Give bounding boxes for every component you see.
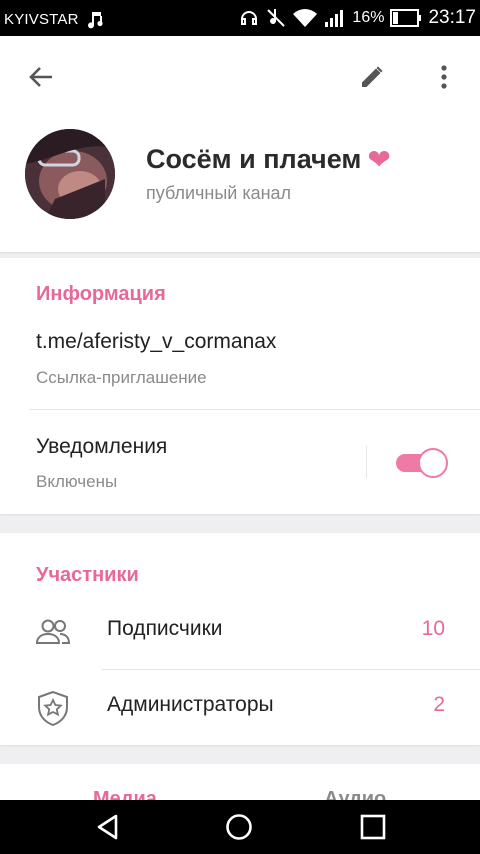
clock: 23:17 <box>428 7 476 28</box>
muted-icon <box>266 7 286 29</box>
vertical-divider <box>366 446 367 478</box>
subscribers-label: Подписчики <box>107 617 223 640</box>
battery-percent: 16% <box>352 9 385 26</box>
channel-title-text: Сосём и плачем <box>146 144 362 174</box>
info-section-title: Информация <box>36 283 166 305</box>
subscribers-count: 10 <box>421 617 445 640</box>
wifi-icon <box>292 8 318 28</box>
shield-star-icon <box>34 689 72 727</box>
triangle-back-icon <box>97 814 118 840</box>
more-vertical-icon <box>441 65 447 89</box>
channel-header: Сосём и плачем ❤ публичный канал <box>0 36 480 252</box>
members-section-title: Участники <box>36 564 139 586</box>
channel-title: Сосём и плачем ❤ <box>146 144 391 175</box>
signal-icon <box>324 8 346 28</box>
notifications-status: Включены <box>36 472 118 491</box>
people-icon <box>34 613 72 651</box>
circle-home-icon <box>226 814 252 840</box>
toggle-knob <box>418 448 448 478</box>
nav-recent-apps-button[interactable] <box>351 806 395 848</box>
info-section: Информация t.me/aferisty_v_cormanax Ссыл… <box>0 258 480 514</box>
edit-button[interactable] <box>348 53 396 101</box>
carrier-name: KYIVSTAR <box>4 10 79 28</box>
subscribers-row[interactable]: Подписчики 10 <box>0 601 480 661</box>
battery-icon <box>390 9 422 27</box>
nav-home-button[interactable] <box>217 806 261 848</box>
channel-avatar[interactable] <box>25 129 115 219</box>
divider <box>30 409 480 410</box>
divider <box>102 669 480 670</box>
administrators-row[interactable]: Администраторы 2 <box>0 677 480 737</box>
invite-link-caption: Ссылка-приглашение <box>36 368 207 387</box>
notifications-toggle[interactable] <box>396 448 450 478</box>
members-section: Участники Подписчики 10 Администраторы 2 <box>0 533 480 745</box>
square-recent-icon <box>360 814 386 840</box>
invite-link[interactable]: t.me/aferisty_v_cormanax <box>36 330 276 354</box>
notifications-label[interactable]: Уведомления <box>36 435 167 459</box>
administrators-label: Администраторы <box>107 693 274 716</box>
arrow-back-icon <box>29 67 52 87</box>
administrators-count: 2 <box>433 693 445 716</box>
headset-alarm-icon <box>238 7 260 29</box>
back-button[interactable] <box>17 53 65 101</box>
heart-emoji: ❤ <box>367 143 391 175</box>
navigation-bar <box>0 800 480 854</box>
channel-type: публичный канал <box>146 183 292 203</box>
status-bar: KYIVSTAR 16% 23:17 <box>0 0 480 36</box>
pencil-icon <box>362 66 383 87</box>
nav-back-button[interactable] <box>86 806 130 848</box>
music-note-icon <box>85 9 105 29</box>
more-options-button[interactable] <box>420 53 468 101</box>
